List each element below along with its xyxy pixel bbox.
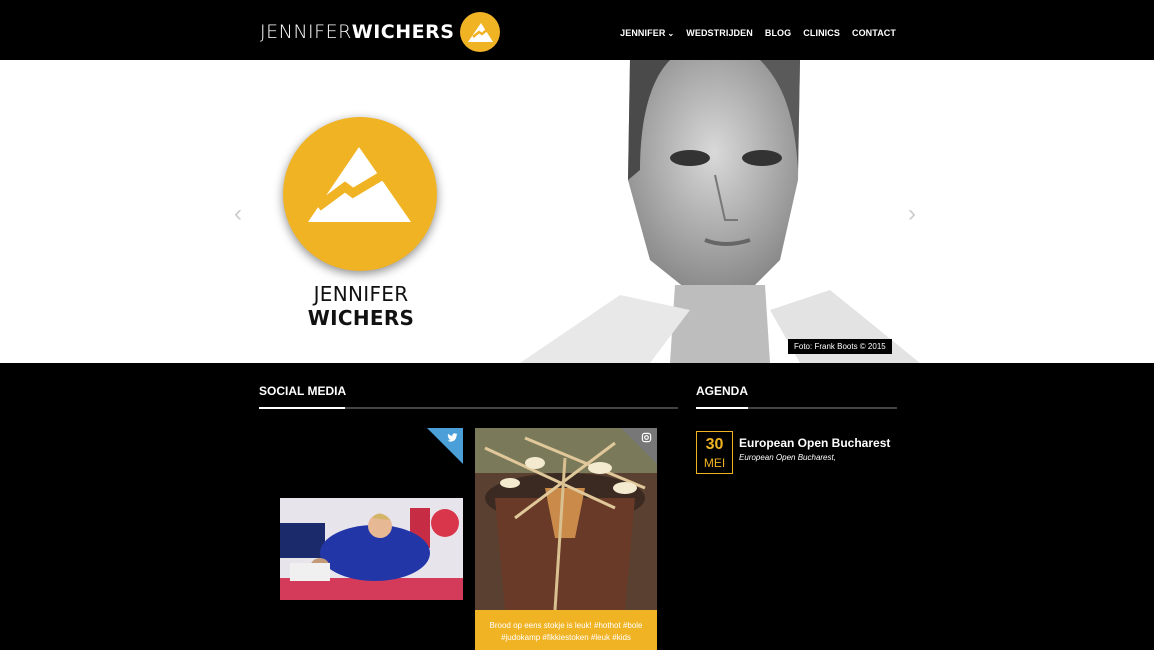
agenda-item-title[interactable]: European Open Bucharest [739,436,890,450]
hero-name: JENNIFER WICHERS [307,282,415,330]
social-media-title: SOCIAL MEDIA [259,384,347,398]
agenda-date-box: 30 MEI [696,431,733,474]
hero-logo-icon [283,117,437,271]
logo-last-name: WICHERS [351,21,455,43]
agenda-day: 30 [705,436,724,453]
agenda-item[interactable]: 30 MEI European Open Bucharest European … [696,431,890,474]
agenda-month: MEI [703,456,726,470]
main-nav: JENNIFER ⌄ WEDSTRIJDEN BLOG CLINICS CONTA… [620,28,896,38]
site-logo[interactable]: JENNIFERWICHERS [260,12,501,52]
site-header: JENNIFERWICHERS JENNIFER ⌄ WEDSTRIJDEN BL… [0,0,1154,60]
portrait-photo [520,60,920,363]
social-media-divider [259,407,678,409]
instagram-card[interactable] [475,428,657,610]
agenda-title: AGENDA [696,384,749,398]
slider-prev-icon[interactable]: ‹ [234,200,242,228]
photo-credit: Foto: Frank Boots © 2015 [788,339,892,354]
agenda-divider [696,407,897,409]
mountain-logo-icon [460,12,501,52]
logo-first-name: JENNIFER [260,21,352,43]
chevron-down-icon: ⌄ [667,29,675,38]
nav-wedstrijden[interactable]: WEDSTRIJDEN [686,28,753,38]
nav-jennifer[interactable]: JENNIFER ⌄ [620,28,674,38]
nav-clinics[interactable]: CLINICS [803,28,840,38]
agenda-item-subtitle: European Open Bucharest, [739,453,836,462]
twitter-icon [447,432,458,446]
instagram-caption: Brood op eens stokje is leuk! #hothot #b… [475,610,657,650]
nav-blog[interactable]: BLOG [765,28,791,38]
instagram-icon [641,432,652,446]
hero-slider: JENNIFER WICHERS ‹ › Foto: Frank Boots ©… [0,60,1154,363]
judo-photo [280,498,463,600]
nav-contact[interactable]: CONTACT [852,28,896,38]
slider-next-icon[interactable]: › [908,200,916,228]
twitter-card[interactable] [280,428,463,600]
